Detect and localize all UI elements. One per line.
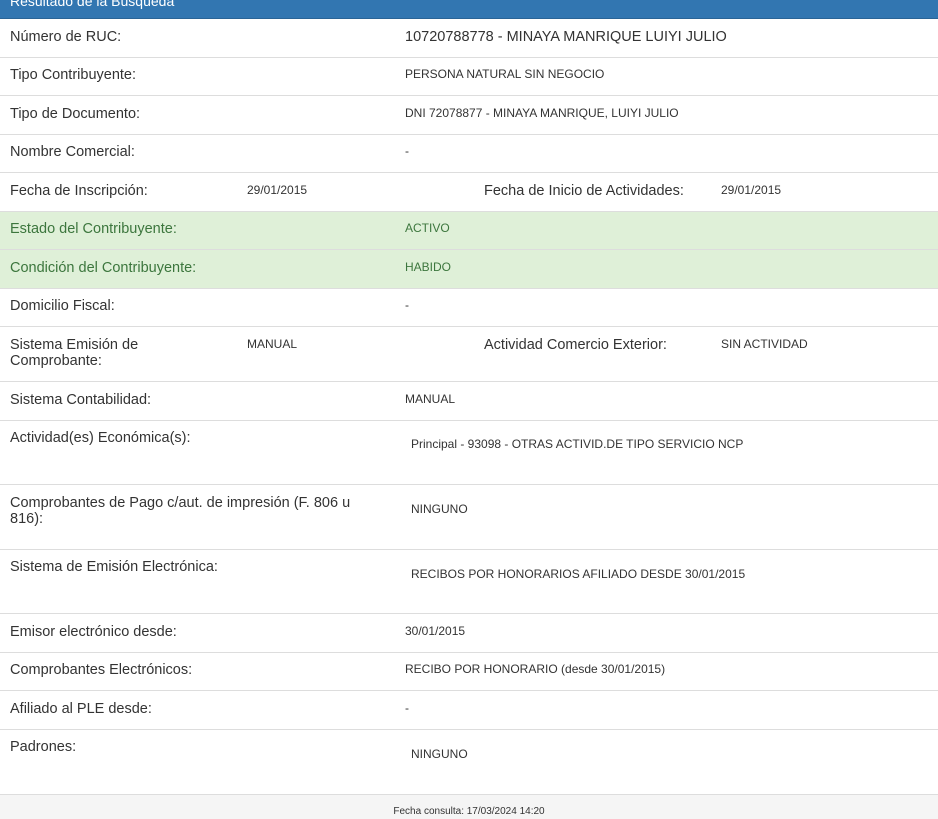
- tipo-documento-value: DNI 72078877 - MINAYA MANRIQUE, LUIYI JU…: [405, 106, 679, 120]
- tipo-contribuyente-value: PERSONA NATURAL SIN NEGOCIO: [405, 67, 605, 81]
- fecha-inscripcion-label: Fecha de Inscripción:: [10, 183, 148, 199]
- panel-heading: Resultado de la Búsqueda: [0, 0, 938, 19]
- row-ruc: Número de RUC: 10720788778 - MINAYA MANR…: [0, 18, 938, 58]
- actividades-value: Principal - 93098 - OTRAS ACTIVID.DE TIP…: [411, 437, 744, 451]
- row-actividades: Actividad(es) Económica(s): Principal - …: [0, 421, 938, 485]
- sistema-contabilidad-value: MANUAL: [405, 392, 456, 406]
- fecha-inscripcion-value: 29/01/2015: [247, 183, 308, 197]
- condicion-label: Condición del Contribuyente:: [10, 260, 197, 276]
- row-condicion: Condición del Contribuyente: HABIDO: [0, 250, 938, 289]
- row-sistema-emision: Sistema Emisión de Comprobante: MANUAL A…: [0, 327, 938, 382]
- tipo-contribuyente-label: Tipo Contribuyente:: [10, 67, 137, 83]
- ple-label: Afiliado al PLE desde:: [10, 701, 152, 717]
- comprobantes-pago-label: Comprobantes de Pago c/aut. de impresión…: [10, 495, 351, 527]
- sistema-contabilidad-label: Sistema Contabilidad:: [10, 392, 152, 408]
- row-estado: Estado del Contribuyente: ACTIVO: [0, 212, 938, 250]
- sistema-emision-label: Sistema Emisión de Comprobante:: [10, 337, 139, 369]
- row-padrones: Padrones: NINGUNO: [0, 730, 938, 794]
- ruc-value: 10720788778 - MINAYA MANRIQUE LUIYI JULI…: [405, 29, 727, 45]
- row-fechas: Fecha de Inscripción: 29/01/2015 Fecha d…: [0, 173, 938, 212]
- row-emision-electronica: Sistema de Emisión Electrónica: RECIBOS …: [0, 550, 938, 614]
- actividad-exterior-value: SIN ACTIVIDAD: [721, 337, 808, 351]
- fecha-inicio-value: 29/01/2015: [721, 183, 782, 197]
- actividad-exterior-label: Actividad Comercio Exterior:: [484, 337, 667, 353]
- row-domicilio: Domicilio Fiscal: -: [0, 289, 938, 327]
- domicilio-label: Domicilio Fiscal:: [10, 298, 115, 314]
- row-sistema-contabilidad: Sistema Contabilidad: MANUAL: [0, 382, 938, 421]
- comprobantes-electronicos-value: RECIBO POR HONORARIO (desde 30/01/2015): [405, 662, 666, 676]
- fecha-consulta: Fecha consulta: 17/03/2024 14:20: [393, 806, 545, 817]
- comprobantes-pago-value: NINGUNO: [411, 502, 468, 516]
- row-ple: Afiliado al PLE desde: -: [0, 691, 938, 730]
- condicion-value: HABIDO: [405, 260, 452, 274]
- fecha-inicio-label: Fecha de Inicio de Actividades:: [484, 183, 684, 199]
- nombre-comercial-label: Nombre Comercial:: [10, 144, 135, 160]
- row-emisor-desde: Emisor electrónico desde: 30/01/2015: [0, 614, 938, 653]
- domicilio-value: -: [405, 298, 409, 312]
- row-comprobantes-electronicos: Comprobantes Electrónicos: RECIBO POR HO…: [0, 653, 938, 691]
- row-nombre-comercial: Nombre Comercial: -: [0, 135, 938, 173]
- padrones-label: Padrones:: [10, 739, 77, 755]
- emision-electronica-value: RECIBOS POR HONORARIOS AFILIADO DESDE 30…: [411, 567, 746, 581]
- row-comprobantes-pago: Comprobantes de Pago c/aut. de impresión…: [0, 485, 938, 550]
- search-result-panel: Resultado de la Búsqueda Número de RUC: …: [0, 0, 938, 819]
- actividades-label: Actividad(es) Económica(s):: [10, 430, 191, 446]
- tipo-documento-label: Tipo de Documento:: [10, 106, 141, 122]
- emision-electronica-label: Sistema de Emisión Electrónica:: [10, 559, 218, 575]
- estado-label: Estado del Contribuyente:: [10, 221, 177, 237]
- comprobantes-electronicos-label: Comprobantes Electrónicos:: [10, 662, 193, 678]
- panel-footer: Fecha consulta: 17/03/2024 14:20: [0, 794, 938, 819]
- panel-title: Resultado de la Búsqueda: [10, 0, 175, 9]
- ple-value: -: [405, 701, 409, 715]
- emisor-desde-label: Emisor electrónico desde:: [10, 624, 177, 640]
- sistema-emision-value: MANUAL: [247, 337, 298, 351]
- ruc-label: Número de RUC:: [10, 29, 122, 45]
- emisor-desde-value: 30/01/2015: [405, 624, 466, 638]
- row-tipo-documento: Tipo de Documento: DNI 72078877 - MINAYA…: [0, 96, 938, 135]
- row-tipo-contribuyente: Tipo Contribuyente: PERSONA NATURAL SIN …: [0, 58, 938, 96]
- nombre-comercial-value: -: [405, 144, 409, 158]
- padrones-value: NINGUNO: [411, 747, 468, 761]
- estado-value: ACTIVO: [405, 221, 450, 235]
